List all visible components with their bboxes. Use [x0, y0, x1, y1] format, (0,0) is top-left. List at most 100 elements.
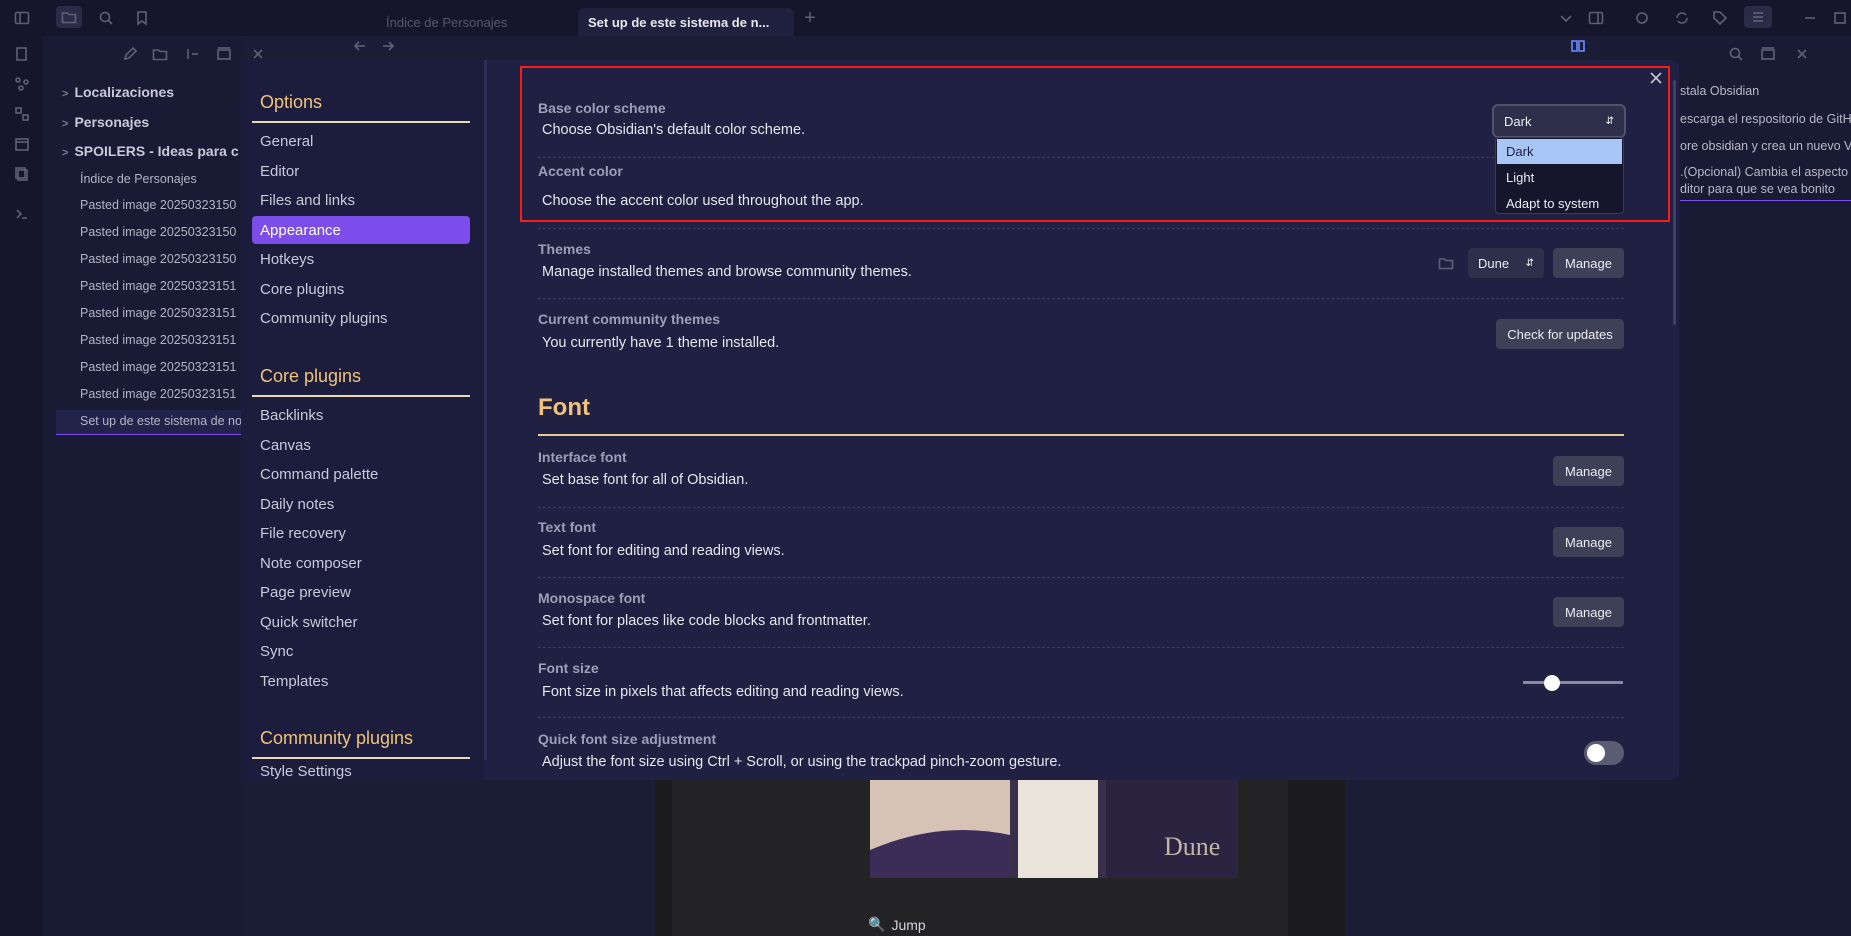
- nav-item-canvas[interactable]: Canvas: [252, 431, 470, 459]
- nav-item-files-and-links[interactable]: Files and links: [252, 186, 470, 214]
- dropdown-option-dark[interactable]: Dark: [1497, 139, 1622, 164]
- jump-link[interactable]: 🔍 Jump: [868, 916, 926, 933]
- sort-icon[interactable]: [182, 44, 202, 64]
- collapse-icon[interactable]: [1758, 44, 1778, 64]
- separator: [538, 647, 1624, 648]
- search-icon[interactable]: [96, 8, 116, 28]
- check-for-updates-button[interactable]: Check for updates: [1496, 319, 1624, 349]
- folder-item[interactable]: > SPOILERS - Ideas para c: [62, 143, 239, 159]
- nav-item-community-plugins[interactable]: Community plugins: [252, 304, 470, 332]
- outline-item[interactable]: ore obsidian y crea un nuevo V: [1680, 139, 1851, 153]
- nav-item-sync[interactable]: Sync: [252, 637, 470, 665]
- bookmark-icon[interactable]: [132, 8, 152, 28]
- folder-item[interactable]: > Personajes: [62, 114, 149, 130]
- calendar-icon[interactable]: [12, 134, 32, 154]
- new-tab-icon[interactable]: +: [800, 8, 820, 28]
- tab-label: Índice de Personajes: [386, 14, 508, 30]
- file-item[interactable]: Pasted image 20250323150: [80, 198, 236, 212]
- manage-interface-font-button[interactable]: Manage: [1553, 456, 1624, 486]
- file-item[interactable]: Pasted image 20250323151: [80, 306, 236, 320]
- search-icon: 🔍: [868, 916, 886, 932]
- forward-arrow-icon[interactable]: [378, 36, 398, 56]
- folder-label: Localizaciones: [74, 84, 175, 100]
- quick-font-size-toggle[interactable]: [1584, 741, 1624, 765]
- nav-item-templates[interactable]: Templates: [252, 667, 470, 695]
- file-item[interactable]: Pasted image 20250323150: [80, 252, 236, 266]
- file-explorer: [42, 36, 242, 936]
- chevron-right-icon: >: [62, 88, 69, 100]
- file-item[interactable]: Índice de Personajes: [80, 172, 197, 186]
- file-item[interactable]: Pasted image 20250323151: [80, 360, 236, 374]
- nav-scrollbar[interactable]: [484, 60, 487, 760]
- copy-icon[interactable]: [12, 164, 32, 184]
- outline-item[interactable]: .(Opcional) Cambia el aspecto: [1680, 165, 1848, 179]
- nav-item-command-palette[interactable]: Command palette: [252, 460, 470, 488]
- manage-text-font-button[interactable]: Manage: [1553, 527, 1624, 557]
- file-item[interactable]: Pasted image 20250323151: [80, 279, 236, 293]
- back-arrow-icon[interactable]: [350, 36, 370, 56]
- close-icon[interactable]: [1792, 44, 1812, 64]
- maximize-icon[interactable]: [1830, 8, 1850, 28]
- canvas-icon[interactable]: [12, 104, 32, 124]
- section-heading-font: Font: [538, 394, 590, 421]
- nav-item-editor[interactable]: Editor: [252, 157, 470, 185]
- nav-item-note-composer[interactable]: Note composer: [252, 549, 470, 577]
- folder-item[interactable]: > Localizaciones: [62, 84, 174, 100]
- file-item[interactable]: Pasted image 20250323150: [80, 225, 236, 239]
- outline-item[interactable]: escarga el respositorio de GitH: [1680, 112, 1851, 126]
- separator: [538, 228, 1624, 229]
- reading-view-icon[interactable]: [1568, 36, 1588, 56]
- menu-icon[interactable]: [1744, 6, 1772, 28]
- tab-indice-personajes[interactable]: Índice de Personajes: [376, 8, 517, 36]
- terminal-icon[interactable]: [12, 204, 32, 224]
- file-item[interactable]: Pasted image 20250323151: [80, 387, 236, 401]
- content-scrollbar[interactable]: [1673, 80, 1676, 325]
- nav-item-quick-switcher[interactable]: Quick switcher: [252, 608, 470, 636]
- nav-item-daily-notes[interactable]: Daily notes: [252, 490, 470, 518]
- right-sidebar-toggle-icon[interactable]: [1586, 8, 1606, 28]
- nav-heading-community: Community plugins: [260, 728, 414, 748]
- new-folder-icon[interactable]: [150, 44, 170, 64]
- nav-item-appearance[interactable]: Appearance: [252, 216, 470, 244]
- minimize-icon[interactable]: [1800, 8, 1820, 28]
- chevron-right-icon: >: [62, 118, 69, 130]
- font-size-slider-thumb[interactable]: [1544, 675, 1560, 691]
- nav-item-page-preview[interactable]: Page preview: [252, 578, 470, 606]
- sync-icon[interactable]: [1672, 8, 1692, 28]
- new-note-icon[interactable]: [120, 44, 140, 64]
- dropdown-option-light[interactable]: Light: [1497, 165, 1622, 190]
- folder-icon[interactable]: [56, 6, 82, 28]
- outline-item[interactable]: stala Obsidian: [1680, 84, 1759, 98]
- folder-icon[interactable]: [1436, 253, 1456, 273]
- font-size-slider[interactable]: [1523, 681, 1623, 684]
- nav-heading-options: Options: [260, 92, 323, 112]
- manage-themes-button[interactable]: Manage: [1553, 248, 1624, 278]
- nav-item-file-recovery[interactable]: File recovery: [252, 519, 470, 547]
- files-icon[interactable]: [12, 44, 32, 64]
- nav-item-core-plugins[interactable]: Core plugins: [252, 275, 470, 303]
- outline-underline: [1680, 200, 1851, 201]
- chevron-down-icon[interactable]: [1556, 8, 1576, 28]
- tag-icon[interactable]: [1710, 8, 1730, 28]
- graph-icon[interactable]: [12, 74, 32, 94]
- outline-item[interactable]: ditor para que se vea bonito: [1680, 182, 1835, 196]
- sidebar-toggle-icon[interactable]: [12, 8, 32, 28]
- select-arrows-icon: ⇵: [1525, 257, 1534, 269]
- search-icon[interactable]: [1726, 44, 1746, 64]
- separator: [538, 577, 1624, 578]
- tab-set-up[interactable]: Set up de este sistema de n...: [578, 8, 794, 36]
- file-item[interactable]: Pasted image 20250323151: [80, 333, 236, 347]
- file-item-active[interactable]: Set up de este sistema de no: [80, 414, 242, 428]
- section-underline: [538, 434, 1624, 436]
- dropdown-option-adapt[interactable]: Adapt to system: [1497, 191, 1622, 216]
- nav-item-general[interactable]: General: [252, 127, 470, 155]
- setting-description: Font size in pixels that affects editing…: [542, 684, 904, 700]
- collapse-icon[interactable]: [214, 44, 234, 64]
- plugin-icon[interactable]: [1632, 8, 1652, 28]
- setting-description: Set base font for all of Obsidian.: [542, 472, 749, 488]
- theme-select[interactable]: Dune ⇵: [1468, 248, 1544, 278]
- nav-item-hotkeys[interactable]: Hotkeys: [252, 245, 470, 273]
- nav-item-backlinks[interactable]: Backlinks: [252, 401, 470, 429]
- nav-item-style-settings[interactable]: Style Settings: [252, 763, 470, 780]
- manage-monospace-font-button[interactable]: Manage: [1553, 597, 1624, 627]
